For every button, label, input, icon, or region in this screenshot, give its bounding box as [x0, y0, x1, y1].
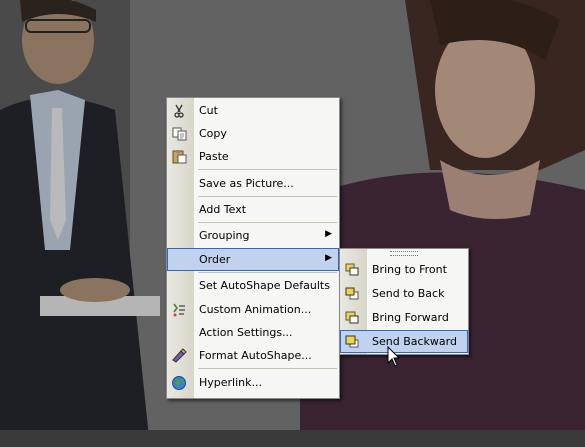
paste-icon	[171, 149, 187, 164]
custom-animation-icon	[171, 302, 187, 317]
submenu-drag-handle[interactable]	[390, 251, 418, 256]
submenu-item-label: Send Backward	[372, 335, 457, 348]
mouse-pointer-icon	[387, 346, 401, 367]
context-menu: Cut Copy Paste Save as Picture... Add Te…	[166, 97, 340, 399]
menu-item-label: Cut	[199, 104, 218, 117]
menu-item-label: Custom Animation...	[199, 303, 312, 316]
submenu-item-label: Bring Forward	[372, 311, 449, 324]
menu-separator	[198, 272, 337, 273]
submenu-arrow-icon: ▶	[325, 253, 332, 263]
menu-item-action-settings[interactable]: Action Settings...	[167, 321, 339, 344]
submenu-item-label: Bring to Front	[372, 263, 447, 276]
menu-item-paste[interactable]: Paste	[167, 145, 339, 168]
menu-item-label: Save as Picture...	[199, 177, 294, 190]
menu-item-save-as-picture[interactable]: Save as Picture...	[167, 172, 339, 195]
menu-item-copy[interactable]: Copy	[167, 122, 339, 145]
menu-item-label: Hyperlink...	[199, 376, 262, 389]
menu-item-cut[interactable]: Cut	[167, 99, 339, 122]
menu-item-format-autoshape[interactable]: Format AutoShape...	[167, 344, 339, 367]
menu-item-label: Paste	[199, 150, 229, 163]
submenu-arrow-icon: ▶	[325, 229, 332, 239]
submenu-item-send-to-back[interactable]: Send to Back	[340, 282, 468, 305]
hyperlink-globe-icon	[171, 375, 187, 390]
menu-item-label: Action Settings...	[199, 326, 293, 339]
menu-item-add-text[interactable]: Add Text	[167, 198, 339, 221]
menu-item-order[interactable]: Order ▶	[167, 248, 339, 271]
menu-separator	[198, 196, 337, 197]
bring-to-front-icon	[344, 262, 360, 277]
menu-separator	[198, 169, 337, 170]
bring-forward-icon	[344, 310, 360, 325]
submenu-item-send-backward[interactable]: Send Backward	[340, 330, 468, 353]
menu-item-label: Format AutoShape...	[199, 349, 312, 362]
menu-separator	[198, 368, 337, 369]
menu-item-custom-animation[interactable]: Custom Animation...	[167, 298, 339, 321]
menu-item-set-autoshape-defaults[interactable]: Set AutoShape Defaults	[167, 274, 339, 297]
menu-item-label: Copy	[199, 127, 227, 140]
menu-item-label: Set AutoShape Defaults	[199, 279, 330, 292]
menu-item-label: Order	[199, 253, 231, 266]
menu-item-label: Grouping	[199, 229, 250, 242]
menu-item-grouping[interactable]: Grouping ▶	[167, 224, 339, 247]
menu-separator	[198, 222, 337, 223]
copy-icon	[171, 126, 187, 141]
send-backward-icon	[344, 334, 360, 349]
submenu-item-bring-forward[interactable]: Bring Forward	[340, 306, 468, 329]
menu-item-hyperlink[interactable]: Hyperlink...	[167, 371, 339, 394]
send-to-back-icon	[344, 286, 360, 301]
format-autoshape-icon	[171, 348, 187, 363]
menu-item-label: Add Text	[199, 203, 247, 216]
order-submenu: Bring to Front Send to Back Bring Forwar…	[339, 248, 469, 355]
scissors-icon	[171, 103, 187, 118]
submenu-item-label: Send to Back	[372, 287, 445, 300]
submenu-item-bring-to-front[interactable]: Bring to Front	[340, 258, 468, 281]
